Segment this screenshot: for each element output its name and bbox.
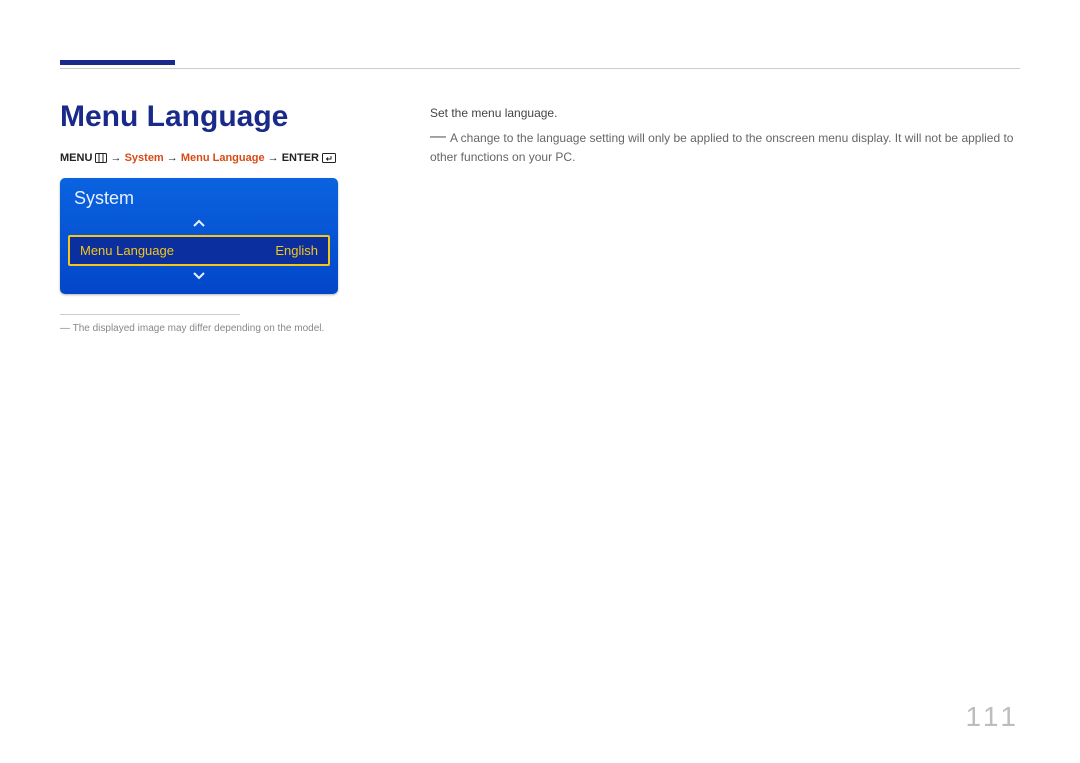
breadcrumb: MENU → System → Menu Language → ENTER [60,152,400,164]
osd-selected-row[interactable]: Menu Language English [68,235,330,266]
osd-title: System [60,178,338,215]
dash-icon: ― [430,129,446,145]
page-title: Menu Language [60,100,400,134]
menu-grid-icon [95,152,107,164]
breadcrumb-enter: ENTER [282,152,319,164]
osd-panel: System Menu Language English [60,178,338,294]
breadcrumb-arrow: → [268,152,279,164]
osd-selected-label: Menu Language [80,243,174,258]
breadcrumb-system: System [125,152,164,164]
breadcrumb-arrow: → [167,152,178,164]
breadcrumb-arrow: → [111,152,122,164]
enter-icon [322,152,336,164]
description-text: Set the menu language. [430,104,1020,123]
page-number: 111 [965,701,1020,733]
osd-selected-value: English [275,243,318,258]
osd-down-arrow[interactable] [60,268,338,286]
breadcrumb-menu: MENU [60,152,92,164]
osd-up-arrow[interactable] [60,215,338,233]
image-caption: ― The displayed image may differ dependi… [60,323,400,334]
note-text: ―A change to the language setting will o… [430,129,1020,167]
breadcrumb-menu-language: Menu Language [181,152,265,164]
